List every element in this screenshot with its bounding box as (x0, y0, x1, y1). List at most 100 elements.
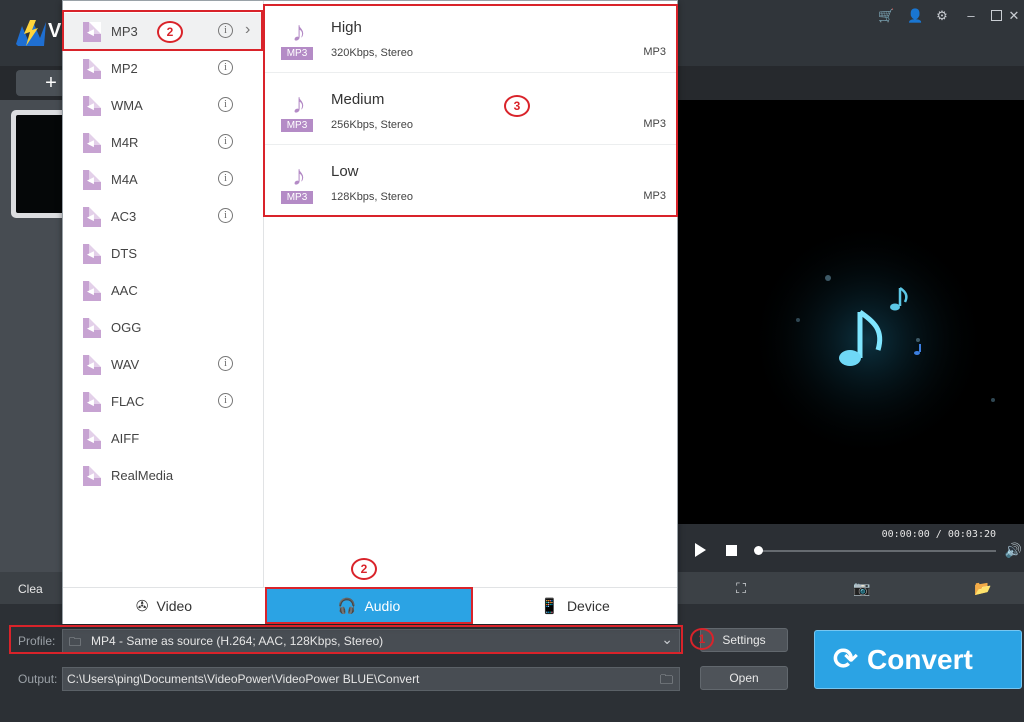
format-item-aiff[interactable]: ◀ AIFF (63, 420, 264, 457)
preset-format-badge: MP3 (281, 47, 313, 60)
info-icon[interactable]: i (218, 356, 233, 371)
format-label: DTS (111, 246, 137, 261)
format-label: RealMedia (111, 468, 174, 483)
format-label: MP3 (111, 24, 138, 39)
preset-item-medium[interactable]: ♪ MP3 Medium 256Kbps, Stereo MP3 (265, 73, 678, 145)
format-item-aac[interactable]: ◀ AAC (63, 272, 264, 309)
audio-file-icon: ◀ (83, 318, 101, 338)
music-note-icon: ♪ (292, 88, 306, 119)
annotation-step-format: 2 (157, 21, 183, 43)
film-reel-icon: ✇ (135, 598, 149, 615)
format-label: M4R (111, 135, 139, 150)
audio-file-icon: ◀ (83, 207, 101, 227)
format-label: FLAC (111, 394, 145, 409)
annotation-step-tab: 2 (351, 558, 377, 580)
format-item-wma[interactable]: ◀ WMA i (63, 87, 264, 124)
clear-button[interactable]: Clea (18, 582, 43, 596)
audio-file-icon: ◀ (83, 355, 101, 375)
profile-folder-icon: 🗀 (69, 635, 82, 649)
info-icon[interactable]: i (218, 208, 233, 223)
format-item-ac3[interactable]: ◀ AC3 i (63, 198, 264, 235)
tab-audio[interactable]: 🎧 Audio (267, 588, 471, 624)
info-icon[interactable]: i (218, 60, 233, 75)
format-item-flac[interactable]: ◀ FLAC i (63, 383, 264, 420)
tab-video[interactable]: ✇ Video (63, 588, 265, 624)
preset-format: MP3 (643, 46, 666, 58)
format-label: WAV (111, 357, 140, 372)
snapshot-camera-icon[interactable]: 📷 (853, 580, 870, 596)
tab-device[interactable]: 📱 Device (473, 588, 677, 624)
crop-icon[interactable]: ⛶ (733, 580, 749, 596)
preset-name: Low (331, 163, 359, 180)
playback-controls: 00:00:00 / 00:03:20 🔊 (678, 524, 1024, 572)
devices-icon: 📱 (540, 598, 559, 615)
seek-bar[interactable] (758, 550, 996, 552)
minimize-icon[interactable]: – (963, 8, 979, 24)
browse-folder-icon[interactable]: 🗀 (660, 671, 673, 693)
seek-handle[interactable] (754, 546, 763, 555)
audio-file-icon: ◀ (83, 59, 101, 79)
format-item-m4r[interactable]: ◀ M4R i (63, 124, 264, 161)
format-list: ◀ MP3 i › ◀ MP2 i ◀ WMA i ◀ M4R i ◀ M4A i ◀ AC3 i ◀ DTS ◀ AAC ◀… (63, 1, 264, 587)
format-label: AIFF (111, 431, 140, 446)
preset-format: MP3 (643, 118, 666, 130)
audio-file-icon: ◀ (83, 466, 101, 486)
convert-button[interactable]: ⟳ Convert (814, 630, 1022, 689)
format-label: WMA (111, 98, 143, 113)
music-note-icon: ♪ (292, 16, 306, 47)
info-icon[interactable]: i (218, 134, 233, 149)
headphones-icon: 🎧 (337, 598, 357, 615)
format-item-wav[interactable]: ◀ WAV i (63, 346, 264, 383)
annotation-step-profile: 1 (690, 628, 714, 650)
open-button[interactable]: Open (700, 666, 788, 690)
format-label: MP2 (111, 61, 138, 76)
volume-icon[interactable]: 🔊 (1005, 542, 1022, 559)
audio-file-icon: ◀ (83, 170, 101, 190)
format-popup: ◀ MP3 i › ◀ MP2 i ◀ WMA i ◀ M4R i ◀ M4A i ◀ AC3 i ◀ DTS ◀ AAC ◀… (62, 0, 678, 624)
preset-spec: 256Kbps, Stereo (331, 119, 413, 131)
profile-dropdown[interactable]: 🗀 MP4 - Same as source (H.264; AAC, 128K… (62, 629, 680, 653)
format-item-realmedia[interactable]: ◀ RealMedia (63, 457, 264, 494)
audio-file-icon: ◀ (83, 392, 101, 412)
info-icon[interactable]: i (218, 171, 233, 186)
app-logo-icon (16, 20, 46, 46)
audio-file-icon: ◀ (83, 96, 101, 116)
stop-button[interactable] (726, 545, 737, 556)
maximize-icon[interactable] (991, 10, 1002, 21)
info-icon[interactable]: i (218, 23, 233, 38)
format-item-mp2[interactable]: ◀ MP2 i (63, 50, 264, 87)
play-button[interactable] (695, 543, 706, 557)
settings-icon[interactable]: ⚙ (934, 8, 950, 24)
format-label: AAC (111, 283, 138, 298)
music-note-artwork (748, 220, 995, 460)
preset-item-low[interactable]: ♪ MP3 Low 128Kbps, Stereo MP3 (265, 145, 678, 217)
info-icon[interactable]: i (218, 97, 233, 112)
convert-label: Convert (867, 644, 973, 675)
file-thumbnail[interactable] (11, 110, 69, 218)
video-preview (678, 100, 1024, 524)
preset-name: Medium (331, 91, 385, 108)
preset-spec: 320Kbps, Stereo (331, 47, 413, 59)
profile-value: MP4 - Same as source (H.264; AAC, 128Kbp… (91, 634, 384, 648)
preset-format: MP3 (643, 190, 666, 202)
user-icon[interactable]: 👤 (907, 8, 923, 24)
open-folder-icon[interactable]: 📂 (974, 580, 991, 596)
cart-icon[interactable]: 🛒 (878, 8, 894, 24)
chevron-right-icon: › (245, 21, 251, 38)
format-item-dts[interactable]: ◀ DTS (63, 235, 264, 272)
category-tabs: ✇ Video 🎧 Audio 📱 Device (63, 587, 677, 624)
output-label: Output: (18, 672, 58, 686)
audio-file-icon: ◀ (83, 429, 101, 449)
preset-item-high[interactable]: ♪ MP3 High 320Kbps, Stereo MP3 (265, 1, 678, 73)
chevron-down-icon[interactable]: ⌄ (661, 631, 673, 648)
close-icon[interactable]: ✕ (1006, 8, 1022, 24)
output-path-field[interactable]: C:\Users\ping\Documents\VideoPower\Video… (62, 667, 680, 691)
refresh-icon: ⟳ (833, 643, 859, 676)
info-icon[interactable]: i (218, 393, 233, 408)
format-item-ogg[interactable]: ◀ OGG (63, 309, 264, 346)
tab-audio-label: Audio (364, 598, 401, 614)
format-item-m4a[interactable]: ◀ M4A i (63, 161, 264, 198)
format-label: OGG (111, 320, 142, 335)
audio-file-icon: ◀ (83, 133, 101, 153)
tab-video-label: Video (156, 598, 193, 614)
